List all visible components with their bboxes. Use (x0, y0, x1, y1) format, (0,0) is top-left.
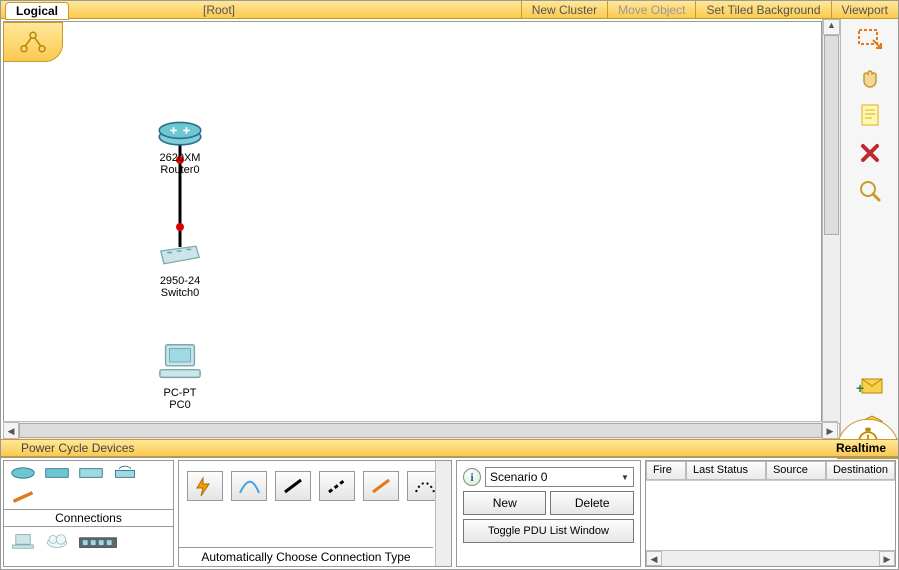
scroll-up-icon[interactable]: ▲ (823, 19, 840, 35)
col-destination[interactable]: Destination (826, 461, 895, 480)
main-area: 2620XM Router0 2950-24 Switch0 (1, 19, 898, 439)
device-name-label: Switch0 (152, 287, 208, 299)
switches-category-icon[interactable] (44, 465, 70, 481)
delete-tool[interactable] (854, 139, 886, 167)
copper-cross-button[interactable] (319, 471, 355, 501)
dotted-curve-icon (413, 476, 437, 496)
svg-text:+: + (856, 380, 864, 396)
scenario-select[interactable]: Scenario 0 ▼ (485, 467, 634, 487)
device-category-panel: Connections (3, 460, 174, 567)
envelope-plus-icon: + (856, 377, 884, 397)
curve-icon (237, 476, 261, 496)
connection-types-panel: Automatically Choose Connection Type (178, 460, 452, 567)
magnifier-icon (858, 179, 882, 203)
dashed-line-icon (325, 476, 349, 496)
select-marquee-icon (857, 28, 883, 50)
device-model-label: 2950-24 (152, 275, 208, 287)
auto-connect-button[interactable] (187, 471, 223, 501)
chevron-down-icon: ▼ (621, 473, 629, 482)
bolt-icon (193, 476, 217, 496)
new-scenario-button[interactable]: New (463, 491, 546, 515)
hubs-category-icon[interactable] (78, 465, 104, 481)
panel-scrollbar[interactable] (435, 461, 451, 566)
device-pc0[interactable]: PC-PT PC0 (154, 342, 206, 411)
category-row (4, 461, 173, 509)
device-model-label: 2620XM (154, 152, 206, 164)
pdu-list-panel: Fire Last Status Source Destination ◀ ▶ (645, 460, 896, 567)
status-bar: Power Cycle Devices Realtime (1, 439, 898, 457)
bottom-panels: Connections Automatically Choose Connect… (1, 457, 898, 569)
right-toolbox: + + (840, 19, 898, 439)
solid-line-icon (281, 476, 305, 496)
hand-tool[interactable] (854, 63, 886, 91)
top-toolbar: Logical [Root] New Cluster Move Object S… (1, 1, 898, 19)
scroll-left-icon[interactable]: ◀ (646, 551, 662, 566)
connection-description: Automatically Choose Connection Type (179, 547, 433, 566)
switch-icon (156, 240, 204, 270)
link-router-switch (4, 22, 821, 438)
hand-icon (858, 65, 882, 89)
pdu-list-header: Fire Last Status Source Destination (646, 461, 895, 481)
scenario-select-value: Scenario 0 (490, 470, 547, 484)
subcategory-row (4, 527, 173, 555)
routers-category-icon[interactable] (10, 465, 36, 481)
scroll-right-icon[interactable]: ▶ (822, 422, 838, 439)
device-switch0[interactable]: 2950-24 Switch0 (152, 240, 208, 299)
pdu-list-scrollbar[interactable]: ◀ ▶ (646, 550, 895, 566)
breadcrumb-root[interactable]: [Root] (69, 3, 369, 17)
scroll-thumb[interactable] (19, 423, 822, 438)
workspace[interactable]: 2620XM Router0 2950-24 Switch0 (3, 21, 822, 439)
col-last-status[interactable]: Last Status (686, 461, 766, 480)
delete-x-icon (859, 142, 881, 164)
wireless-category-icon[interactable] (112, 465, 138, 481)
scenario-panel: i Scenario 0 ▼ New Delete Toggle PDU Lis… (456, 460, 641, 567)
realtime-label: Realtime (836, 441, 898, 455)
device-model-label: PC-PT (154, 387, 206, 399)
device-router0[interactable]: 2620XM Router0 (154, 117, 206, 176)
device-name-label: PC0 (154, 399, 206, 411)
select-tool[interactable] (854, 25, 886, 53)
note-tool[interactable] (854, 101, 886, 129)
scroll-left-icon[interactable]: ◀ (3, 422, 19, 439)
new-cluster-button[interactable]: New Cluster (521, 1, 607, 19)
console-cable-button[interactable] (231, 471, 267, 501)
workspace-horizontal-scrollbar[interactable]: ◀ ▶ (3, 421, 838, 439)
device-name-label: Router0 (154, 164, 206, 176)
category-title: Connections (4, 509, 173, 527)
scroll-right-icon[interactable]: ▶ (879, 551, 895, 566)
viewport-button[interactable]: Viewport (831, 1, 898, 19)
scroll-thumb[interactable] (824, 35, 839, 235)
end-devices-icon[interactable] (10, 533, 36, 549)
router-icon (156, 117, 204, 147)
orange-line-icon (369, 476, 393, 496)
fiber-button[interactable] (363, 471, 399, 501)
zoom-tool[interactable] (854, 177, 886, 205)
connection-type-row (179, 461, 451, 505)
power-cycle-devices-button[interactable]: Power Cycle Devices (1, 441, 134, 455)
cloud-icon[interactable] (44, 533, 70, 549)
info-icon[interactable]: i (463, 468, 481, 486)
logical-tab[interactable]: Logical (5, 2, 69, 20)
toggle-pdu-list-button[interactable]: Toggle PDU List Window (463, 519, 634, 543)
app-window: Logical [Root] New Cluster Move Object S… (0, 0, 899, 570)
set-tiled-background-button[interactable]: Set Tiled Background (695, 1, 830, 19)
col-source[interactable]: Source (766, 461, 826, 480)
note-icon (859, 103, 881, 127)
topology-canvas[interactable]: 2620XM Router0 2950-24 Switch0 (4, 22, 821, 438)
move-object-button: Move Object (607, 1, 695, 19)
copper-straight-button[interactable] (275, 471, 311, 501)
delete-scenario-button[interactable]: Delete (550, 491, 633, 515)
connections-category-icon[interactable] (10, 489, 36, 505)
pc-icon (156, 342, 204, 382)
workspace-vertical-scrollbar[interactable]: ▲ ▼ (822, 19, 840, 439)
col-fire[interactable]: Fire (646, 461, 686, 480)
multiuser-icon[interactable] (78, 531, 118, 551)
add-simple-pdu-tool[interactable]: + (854, 373, 886, 401)
